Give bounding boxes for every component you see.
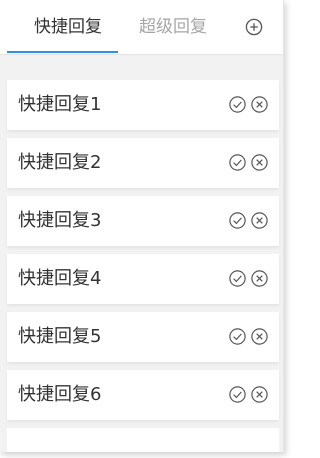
reply-list: 快捷回复1 快捷回复2 快捷回复3 快捷回复4 快捷回复5 快捷回复6 <box>7 80 279 428</box>
check-circle-icon[interactable] <box>228 153 247 172</box>
reply-item-label: 快捷回复5 <box>18 326 102 347</box>
reply-item-label: 快捷回复4 <box>18 268 102 289</box>
close-circle-icon[interactable] <box>250 385 269 404</box>
reply-item[interactable]: 快捷回复5 <box>7 312 279 362</box>
tab-quick-reply[interactable]: 快捷回复 <box>22 0 114 54</box>
close-circle-icon[interactable] <box>250 95 269 114</box>
reply-item-label: 快捷回复3 <box>18 210 102 231</box>
reply-item[interactable]: 快捷回复2 <box>7 138 279 188</box>
check-circle-icon[interactable] <box>228 95 247 114</box>
partially-visible-item <box>7 428 279 452</box>
reply-item-label: 快捷回复6 <box>18 384 102 405</box>
close-circle-icon[interactable] <box>250 153 269 172</box>
reply-item-label: 快捷回复2 <box>18 152 102 173</box>
add-circle-icon[interactable] <box>244 17 264 37</box>
reply-item-label: 快捷回复1 <box>18 94 102 115</box>
check-circle-icon[interactable] <box>228 269 247 288</box>
check-circle-icon[interactable] <box>228 327 247 346</box>
check-circle-icon[interactable] <box>228 211 247 230</box>
close-circle-icon[interactable] <box>250 269 269 288</box>
tab-bar: 快捷回复 超级回复 <box>0 0 283 55</box>
check-circle-icon[interactable] <box>228 385 247 404</box>
close-circle-icon[interactable] <box>250 211 269 230</box>
reply-item[interactable]: 快捷回复3 <box>7 196 279 246</box>
tab-super-reply[interactable]: 超级回复 <box>128 0 218 54</box>
active-tab-indicator <box>7 51 118 53</box>
reply-item[interactable]: 快捷回复6 <box>7 370 279 420</box>
reply-item[interactable]: 快捷回复1 <box>7 80 279 130</box>
reply-item[interactable]: 快捷回复4 <box>7 254 279 304</box>
quick-reply-panel: 快捷回复 超级回复 快捷回复1 快捷回复2 快捷回复3 快捷回复4 快捷回复5 … <box>0 0 284 452</box>
close-circle-icon[interactable] <box>250 327 269 346</box>
